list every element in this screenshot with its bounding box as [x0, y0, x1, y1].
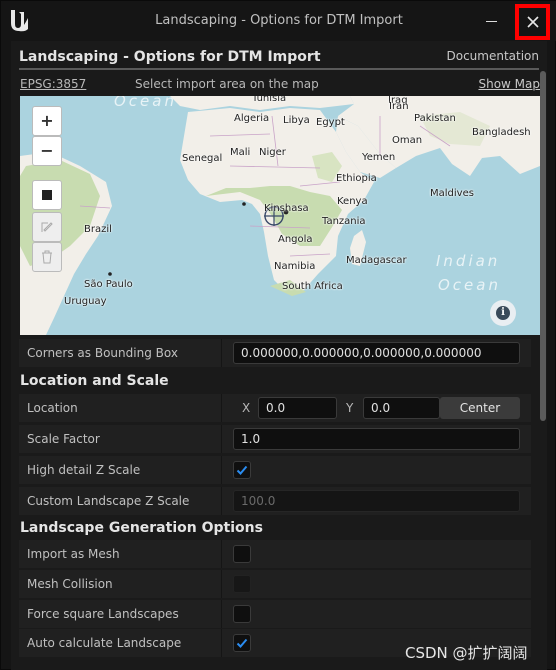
square-icon: [42, 190, 52, 200]
ocean-label: Ocean: [438, 276, 501, 294]
scale-factor-label: Scale Factor: [27, 432, 100, 446]
documentation-link[interactable]: Documentation: [446, 49, 539, 63]
panel-header: Landscaping - Options for DTM Import Doc…: [19, 46, 539, 70]
force-square-checkbox[interactable]: [233, 605, 251, 623]
show-map-link[interactable]: Show Map: [478, 77, 540, 91]
import-mesh-label: Import as Mesh: [27, 547, 120, 561]
map-label: Uruguay: [64, 296, 107, 307]
map-label: Oman: [392, 135, 423, 146]
center-button[interactable]: Center: [440, 397, 520, 419]
options-panel: Landscaping - Options for DTM Import Doc…: [11, 41, 547, 670]
corners-label: Corners as Bounding Box: [27, 346, 178, 360]
map-label: Tanzania: [322, 216, 366, 227]
row-custom-z: Custom Landscape Z Scale 100.0: [19, 487, 531, 515]
map-label: Senegal: [182, 153, 223, 164]
map-label: Algeria: [234, 113, 270, 124]
scale-factor-input[interactable]: 1.0: [233, 428, 520, 450]
window-title: Landscaping - Options for DTM Import: [155, 13, 403, 28]
map-label: Madagascar: [346, 255, 407, 266]
draw-rectangle-button[interactable]: [32, 180, 62, 210]
mesh-collision-label: Mesh Collision: [27, 577, 113, 591]
force-square-label: Force square Landscapes: [27, 607, 179, 621]
title-bar[interactable]: Landscaping - Options for DTM Import: [1, 1, 556, 41]
trash-icon: [42, 250, 52, 264]
scrollbar[interactable]: [540, 71, 547, 421]
mesh-collision-checkbox[interactable]: [233, 575, 251, 593]
map-label: Maldives: [430, 188, 474, 199]
info-button[interactable]: i: [490, 300, 516, 326]
corners-input[interactable]: 0.000000,0.000000,0.000000,0.000000: [233, 342, 520, 364]
map-label: Namibia: [274, 261, 316, 272]
location-y-label: Y: [346, 401, 354, 415]
map-label: Bangladesh: [472, 127, 531, 138]
map-hint: Select import area on the map: [135, 77, 319, 91]
high-detail-z-label: High detail Z Scale: [27, 463, 141, 477]
ocean-label: Indian: [436, 252, 501, 270]
dtm-import-window: Landscaping - Options for DTM Import Lan…: [0, 0, 556, 670]
zoom-out-button[interactable]: −: [32, 136, 62, 166]
map-label: Angola: [278, 234, 313, 245]
row-mesh-collision: Mesh Collision: [19, 570, 531, 598]
map-label: São Paulo: [84, 279, 133, 290]
row-location: Location X 0.0 Y 0.0 Center: [19, 394, 531, 422]
map-label: Brazil: [84, 224, 112, 235]
section-location-scale[interactable]: Location and Scale: [20, 373, 169, 389]
delete-shape-button[interactable]: [32, 242, 62, 272]
map-label: Mali: [230, 147, 251, 158]
row-force-square: Force square Landscapes: [19, 600, 531, 628]
auto-calculate-checkbox[interactable]: [233, 634, 251, 652]
location-x-label: X: [242, 401, 251, 415]
checkmark-icon: [236, 465, 248, 475]
info-icon: i: [496, 306, 510, 320]
checkmark-icon: [236, 638, 248, 648]
map-header: EPSG:3857 Select import area on the map …: [20, 75, 540, 95]
row-import-mesh: Import as Mesh: [19, 540, 531, 568]
map-label: South Africa: [282, 281, 343, 292]
map-label: Pakistan: [414, 113, 456, 124]
map-label: Tunisia: [252, 96, 287, 104]
close-icon: [527, 16, 539, 28]
epsg-link[interactable]: EPSG:3857: [20, 77, 86, 91]
custom-z-label: Custom Landscape Z Scale: [27, 494, 190, 508]
import-mesh-checkbox[interactable]: [233, 545, 251, 563]
auto-calculate-label: Auto calculate Landscape: [27, 636, 182, 650]
map-label: Niger: [259, 147, 286, 158]
custom-z-input[interactable]: 100.0: [233, 490, 520, 512]
map-label: Libya: [283, 115, 310, 126]
map-label: Kenya: [337, 196, 368, 207]
minimize-button[interactable]: [479, 9, 505, 31]
ocean-label: Ocean: [114, 96, 177, 110]
map-label: Yemen: [362, 152, 396, 163]
row-high-detail-z: High detail Z Scale: [19, 456, 531, 484]
high-detail-z-checkbox[interactable]: [233, 461, 251, 479]
zoom-in-button[interactable]: +: [32, 106, 62, 136]
location-y-input[interactable]: 0.0: [363, 397, 440, 419]
map-label: Iran: [389, 101, 409, 112]
location-label: Location: [27, 401, 78, 415]
close-button[interactable]: [515, 4, 550, 40]
map-label: Egypt: [316, 117, 345, 128]
map-label: Ethiopia: [336, 173, 377, 184]
panel-title: Landscaping - Options for DTM Import: [19, 49, 321, 65]
scrollbar-thumb[interactable]: [540, 71, 546, 421]
row-scale-factor: Scale Factor 1.0: [19, 425, 531, 453]
row-corners-bounding-box: Corners as Bounding Box 0.000000,0.00000…: [19, 339, 531, 367]
map-label: Kinshasa: [264, 203, 309, 214]
watermark: CSDN @扩扩阔阔: [405, 644, 528, 662]
section-landscape-generation[interactable]: Landscape Generation Options: [20, 520, 263, 536]
map-view[interactable]: Ocean Indian Ocean Tunisia Iraq Iran Alg…: [20, 96, 540, 335]
edit-icon: [41, 222, 53, 232]
location-x-input[interactable]: 0.0: [258, 397, 337, 419]
edit-shape-button[interactable]: [32, 212, 62, 242]
